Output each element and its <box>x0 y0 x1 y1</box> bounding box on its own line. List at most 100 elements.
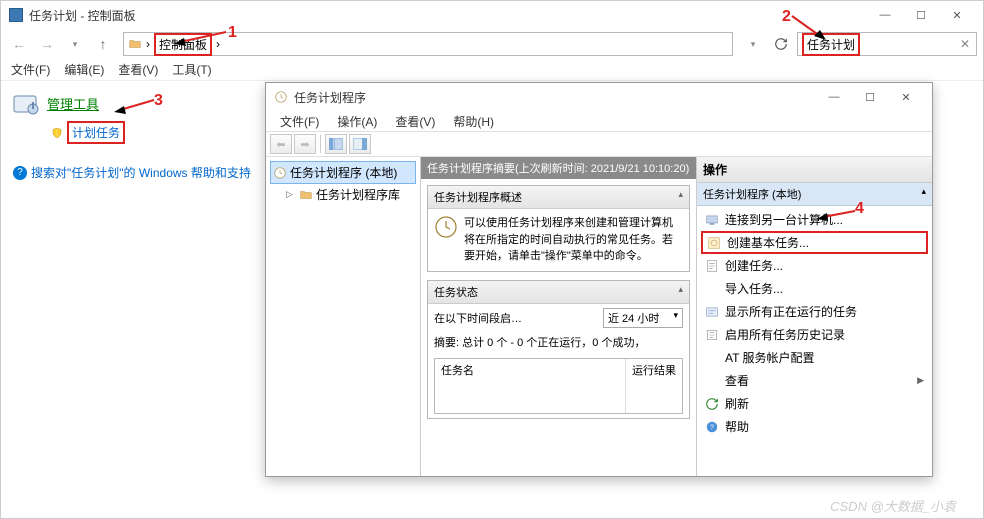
ts-tree-pane: 任务计划程序 (本地) ▷ 任务计划程序库 <box>266 157 421 476</box>
action-show-running[interactable]: 显示所有正在运行的任务 <box>697 300 932 323</box>
ts-menu-help[interactable]: 帮助(H) <box>445 111 502 132</box>
import-icon <box>705 282 719 296</box>
menu-tools[interactable]: 工具(T) <box>166 59 217 80</box>
status-body: 在以下时间段启… 近 24 小时 ▾ 摘要: 总计 0 个 - 0 个正在运行，… <box>428 304 689 418</box>
overview-panel: 任务计划程序概述 ▴ 可以使用任务计划程序来创建和管理计算机将在所指定的时间自动… <box>427 185 690 272</box>
action-at-config[interactable]: AT 服务帐户配置 <box>697 346 932 369</box>
actions-header: 操作 <box>697 157 932 183</box>
cp-window-buttons: — ☐ ✕ <box>867 3 975 27</box>
cp-title: 任务计划 - 控制面板 <box>29 7 867 24</box>
cp-navigation-bar: ← → ▾ ↑ › 控制面板 › ▾ 任务计划 ✕ <box>1 29 983 59</box>
admin-tools-icon <box>13 91 41 115</box>
ts-menu-file[interactable]: 文件(F) <box>272 111 327 132</box>
up-button[interactable]: ↑ <box>91 32 115 56</box>
ts-toolbar: ⬅ ➡ <box>266 131 932 157</box>
status-period-dropdown[interactable]: 近 24 小时 ▾ <box>603 308 683 328</box>
action-import-task[interactable]: 导入任务... <box>697 277 932 300</box>
action-enable-history[interactable]: 启用所有任务历史记录 <box>697 323 932 346</box>
overview-body: 可以使用任务计划程序来创建和管理计算机将在所指定的时间自动执行的常见任务。若要开… <box>428 209 689 271</box>
back-button[interactable]: ← <box>7 32 31 56</box>
cp-menu-bar: 文件(F) 编辑(E) 查看(V) 工具(T) <box>1 59 983 81</box>
center-inner: 任务计划程序概述 ▴ 可以使用任务计划程序来创建和管理计算机将在所指定的时间自动… <box>421 179 696 476</box>
ts-minimize-button[interactable]: — <box>816 85 852 109</box>
collapse-icon[interactable]: ▴ <box>678 189 683 205</box>
clear-search-icon[interactable]: ✕ <box>960 37 970 51</box>
folder-icon <box>299 188 313 202</box>
admin-tools-link[interactable]: 管理工具 <box>47 94 99 113</box>
ts-center-pane: 任务计划程序摘要(上次刷新时间: 2021/9/21 10:10:20) 任务计… <box>421 157 697 476</box>
search-box[interactable]: 任务计划 ✕ <box>797 32 977 56</box>
ts-window-buttons: — ☐ ✕ <box>816 85 924 109</box>
action-refresh[interactable]: 刷新 <box>697 392 932 415</box>
ts-titlebar[interactable]: 任务计划程序 — ☐ ✕ <box>266 83 932 111</box>
status-header-label: 任务状态 <box>434 284 478 300</box>
action-connect[interactable]: 连接到另一台计算机... <box>697 208 932 231</box>
address-dropdown[interactable]: ▾ <box>741 32 765 56</box>
action-help-label: 帮助 <box>725 418 749 435</box>
actions-group-label: 任务计划程序 (本地) <box>703 186 801 202</box>
ts-title: 任务计划程序 <box>294 89 816 106</box>
wizard-icon <box>707 236 721 250</box>
task-col-name[interactable]: 任务名 <box>435 359 626 413</box>
action-create-task[interactable]: 创建任务... <box>697 254 932 277</box>
action-show-running-label: 显示所有正在运行的任务 <box>725 303 857 320</box>
action-at-config-label: AT 服务帐户配置 <box>725 349 815 366</box>
task-icon <box>705 259 719 273</box>
computer-icon <box>705 213 719 227</box>
cp-titlebar[interactable]: 任务计划 - 控制面板 — ☐ ✕ <box>1 1 983 29</box>
toolbar-forward[interactable]: ➡ <box>294 134 316 154</box>
overview-text: 可以使用任务计划程序来创建和管理计算机将在所指定的时间自动执行的常见任务。若要开… <box>464 215 683 265</box>
task-col-result[interactable]: 运行结果 <box>626 359 682 413</box>
breadcrumb-control-panel[interactable]: 控制面板 <box>154 33 212 56</box>
ts-menu-action[interactable]: 操作(A) <box>329 111 385 132</box>
cp-maximize-button[interactable]: ☐ <box>903 3 939 27</box>
ts-actions-pane: 操作 任务计划程序 (本地) ▴ 连接到另一台计算机... 创建基本任务... … <box>697 157 932 476</box>
action-view-label: 查看 <box>725 372 749 389</box>
tree-library[interactable]: ▷ 任务计划程序库 <box>284 184 416 205</box>
tree-library-label: 任务计划程序库 <box>316 186 400 203</box>
ts-close-button[interactable]: ✕ <box>888 85 924 109</box>
actions-list: 连接到另一台计算机... 创建基本任务... 创建任务... 导入任务... 显… <box>697 206 932 476</box>
history-icon <box>705 328 719 342</box>
forward-button[interactable]: → <box>35 32 59 56</box>
toolbar-help[interactable] <box>349 134 371 154</box>
status-summary: 摘要: 总计 0 个 - 0 个正在运行，0 个成功， <box>434 334 683 350</box>
recent-dropdown[interactable]: ▾ <box>63 32 87 56</box>
schedule-tasks-link[interactable]: 计划任务 <box>67 121 125 144</box>
collapse-icon[interactable]: ▴ <box>678 284 683 300</box>
action-connect-label: 连接到另一台计算机... <box>725 211 843 228</box>
ts-app-icon <box>274 90 288 104</box>
chevron-down-icon: ▾ <box>673 310 678 326</box>
toolbar-sep <box>320 135 321 153</box>
expand-icon[interactable]: ▷ <box>286 189 296 200</box>
cp-minimize-button[interactable]: — <box>867 3 903 27</box>
action-enable-history-label: 启用所有任务历史记录 <box>725 326 845 343</box>
cp-close-button[interactable]: ✕ <box>939 3 975 27</box>
summary-header: 任务计划程序摘要(上次刷新时间: 2021/9/21 10:10:20) <box>421 157 696 179</box>
action-help[interactable]: ? 帮助 <box>697 415 932 438</box>
status-period-label: 在以下时间段启… <box>434 310 522 326</box>
menu-file[interactable]: 文件(F) <box>5 59 56 80</box>
breadcrumb-sep: › <box>142 37 154 51</box>
action-create-basic-task[interactable]: 创建基本任务... <box>701 231 928 254</box>
menu-edit[interactable]: 编辑(E) <box>58 59 110 80</box>
status-header[interactable]: 任务状态 ▴ <box>428 281 689 304</box>
overview-header[interactable]: 任务计划程序概述 ▴ <box>428 186 689 209</box>
running-icon <box>705 305 719 319</box>
cp-app-icon <box>9 8 23 22</box>
ts-menu-view[interactable]: 查看(V) <box>387 111 443 132</box>
help-search-link[interactable]: 搜索对"任务计划"的 Windows 帮助和支持 <box>31 164 251 181</box>
ts-maximize-button[interactable]: ☐ <box>852 85 888 109</box>
address-bar[interactable]: › 控制面板 › <box>123 32 733 56</box>
actions-group[interactable]: 任务计划程序 (本地) ▴ <box>697 183 932 206</box>
folder-icon <box>128 37 142 51</box>
action-view[interactable]: 查看 ▶ <box>697 369 932 392</box>
collapse-icon[interactable]: ▴ <box>921 186 926 202</box>
tree-root[interactable]: 任务计划程序 (本地) <box>270 161 416 184</box>
menu-view[interactable]: 查看(V) <box>112 59 164 80</box>
action-create-task-label: 创建任务... <box>725 257 783 274</box>
toolbar-panes[interactable] <box>325 134 347 154</box>
action-refresh-label: 刷新 <box>725 395 749 412</box>
refresh-button[interactable] <box>769 32 793 56</box>
toolbar-back[interactable]: ⬅ <box>270 134 292 154</box>
